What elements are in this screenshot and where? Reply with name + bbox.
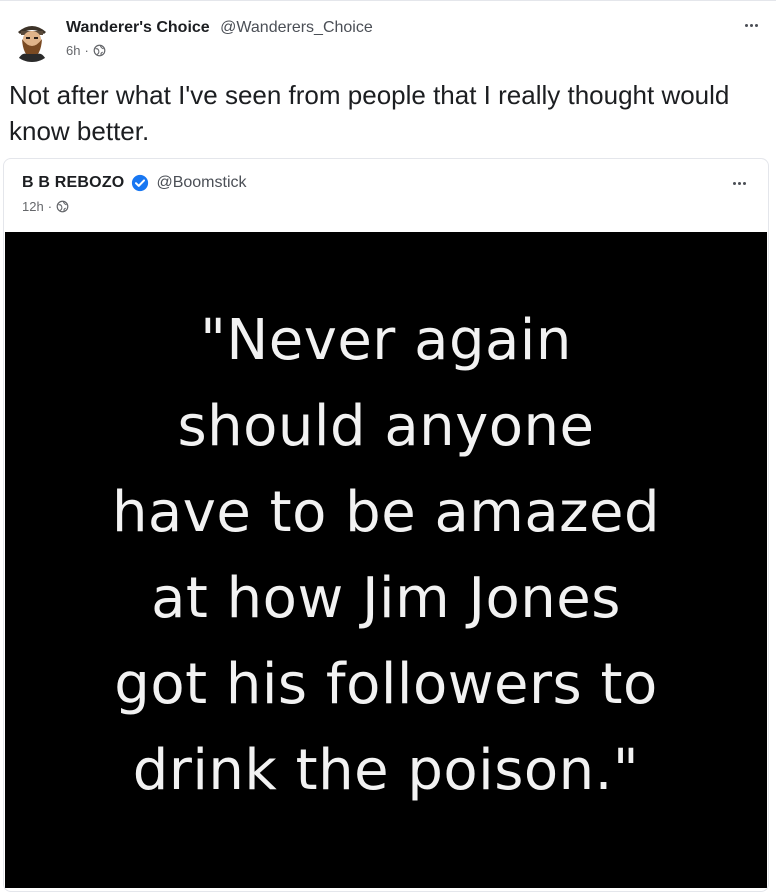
quote-line: got his followers to: [114, 652, 658, 717]
quoted-post-author: B B REBOZO @Boomstick: [22, 174, 247, 192]
quote-line: drink the poison.": [132, 738, 640, 803]
dot-icon: [749, 23, 753, 27]
meta-separator: ·: [47, 199, 53, 214]
avatar[interactable]: [9, 16, 55, 62]
author-name[interactable]: Wanderer's Choice: [66, 19, 210, 36]
divider: [0, 0, 776, 1]
meta-separator: ·: [84, 43, 89, 58]
quote-line: should anyone: [177, 394, 595, 459]
post-time[interactable]: 6h: [66, 43, 80, 58]
dot-icon: [742, 181, 746, 185]
quoted-post[interactable]: B B REBOZO @Boomstick 12h · "Never again…: [3, 158, 769, 892]
more-options-button[interactable]: [740, 16, 762, 34]
globe-icon: [93, 44, 106, 57]
quote-line: at how Jim Jones: [151, 566, 621, 631]
dot-icon: [754, 23, 758, 27]
quoted-post-meta: 12h ·: [22, 199, 69, 214]
dot-icon: [744, 23, 748, 27]
avatar-image: [9, 16, 55, 62]
quote-line: have to be amazed: [111, 480, 661, 545]
quote-image[interactable]: "Never again should anyone have to be am…: [5, 232, 767, 888]
dot-icon: [732, 181, 736, 185]
quoted-author-handle[interactable]: @Boomstick: [156, 174, 246, 192]
quoted-post-time[interactable]: 12h: [22, 199, 44, 214]
globe-icon: [56, 200, 69, 213]
post: Wanderer's Choice @Wanderers_Choice 6h ·…: [0, 0, 776, 896]
quote-line: "Never again: [200, 308, 572, 373]
dot-icon: [737, 181, 741, 185]
verified-badge-icon: [132, 174, 149, 192]
post-meta: 6h ·: [66, 43, 106, 58]
quoted-more-options-button[interactable]: [728, 174, 750, 192]
author-handle[interactable]: @Wanderers_Choice: [220, 19, 373, 36]
quoted-author-name[interactable]: B B REBOZO: [22, 174, 124, 192]
post-author: Wanderer's Choice @Wanderers_Choice: [66, 19, 373, 41]
post-text: Not after what I've seen from people tha…: [9, 80, 730, 146]
quote-image-text: "Never again should anyone have to be am…: [112, 298, 660, 814]
